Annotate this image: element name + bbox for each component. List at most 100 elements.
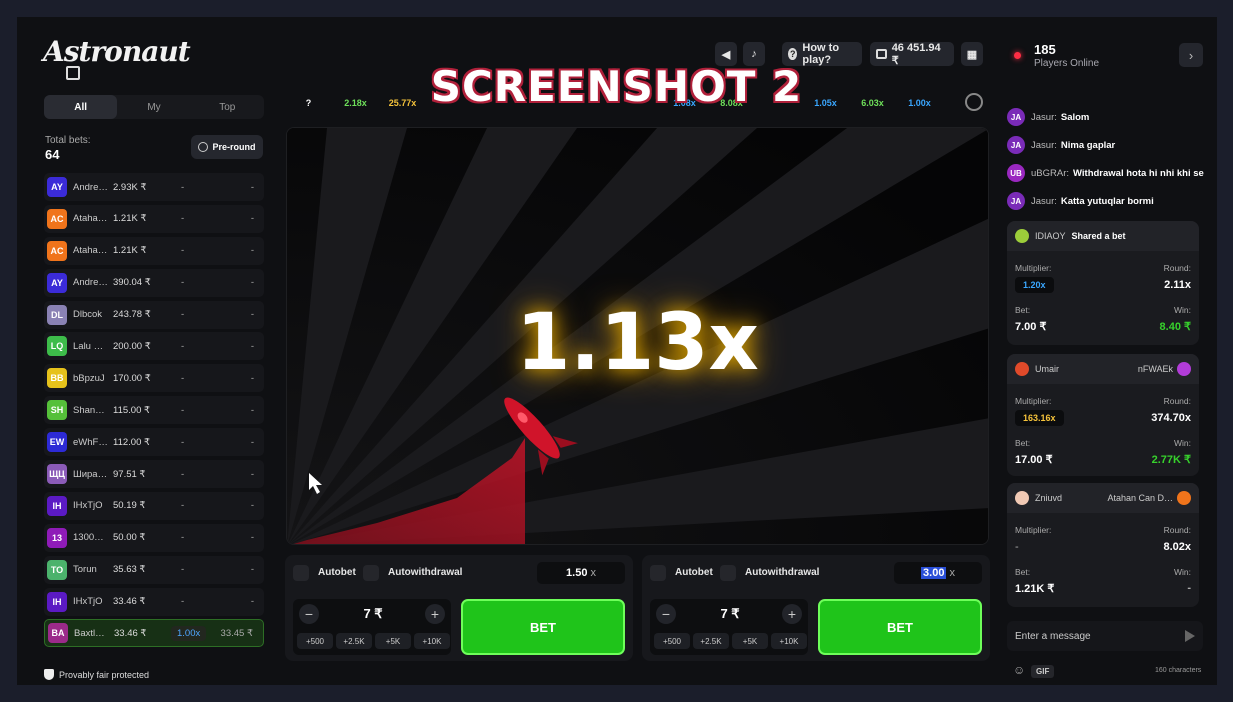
- bet-row: 13 1300… 50.00 ₹ - -: [44, 523, 264, 552]
- bet-row: AC Ataha… 1.21K ₹ - -: [44, 204, 264, 233]
- avatar: AC: [47, 208, 67, 229]
- bet-row: LQ Lalu … 200.00 ₹ - -: [44, 332, 264, 361]
- stake-minus-button-1[interactable]: −: [299, 604, 319, 624]
- quick-add-10k-1[interactable]: +10K: [414, 633, 450, 649]
- opponent-avatar: [1177, 362, 1191, 376]
- autowithdrawal-checkbox-2[interactable]: [720, 565, 736, 581]
- avatar: JA: [1007, 192, 1025, 210]
- bet-amount: 1.21K ₹: [113, 245, 147, 257]
- bet-user-name: Shan…: [73, 404, 105, 416]
- bet-amount: 2.93K ₹: [113, 181, 147, 193]
- bet-win: -: [250, 372, 254, 384]
- bet-multiplier: -: [181, 277, 185, 289]
- shared-bet-card: IDIAOY Shared a bet Multiplier: Round: 1.20x…: [1007, 221, 1199, 345]
- bet-multiplier: -: [181, 309, 185, 321]
- gif-button[interactable]: GIF: [1031, 665, 1055, 678]
- shared-bet-user: Zniuvd: [1035, 493, 1063, 503]
- quick-add-10k-2[interactable]: +10K: [771, 633, 807, 649]
- bet-amount: 35.63 ₹: [113, 564, 146, 576]
- menu-grid-icon: ▦: [966, 48, 978, 61]
- stake-value-2[interactable]: 7 ₹: [690, 606, 770, 622]
- shared-multiplier: -: [1015, 541, 1019, 553]
- clock-icon: [198, 142, 209, 152]
- shared-win: 8.40 ₹: [1159, 321, 1191, 333]
- bet-button-1[interactable]: BET: [461, 599, 625, 655]
- shared-round: 374.70x: [1151, 412, 1191, 424]
- char-limit: 160 characters: [1155, 667, 1202, 674]
- avatar: BB: [47, 368, 67, 389]
- quick-add-2-5k-1[interactable]: +2.5K: [336, 633, 372, 649]
- shared-bet: 1.21K ₹: [1015, 583, 1055, 595]
- quick-add-500-2[interactable]: +500: [654, 633, 690, 649]
- bet-panel-2: Autobet Autowithdrawal 3.00 x − 7 ₹ + +5…: [642, 555, 990, 661]
- current-multiplier: 1.13x: [516, 298, 759, 388]
- players-online-count: 185: [1034, 42, 1056, 57]
- chat-input[interactable]: Enter a message: [1007, 621, 1203, 651]
- total-bets-label: Total bets:: [45, 135, 91, 146]
- stake-control-2: − 7 ₹ + +500 +2.5K +5K +10K: [650, 599, 808, 655]
- bet-row: AY Andre… 2.93K ₹ - -: [44, 173, 264, 201]
- chat-user: Jasur:: [1031, 195, 1057, 207]
- send-icon[interactable]: [1185, 630, 1195, 642]
- quick-add-5k-2[interactable]: +5K: [732, 633, 768, 649]
- win-label: Win:: [1174, 567, 1191, 577]
- app-frame: Astronaut ◀ ♪ ? How to play? 46 451.94 ₹…: [17, 17, 1217, 685]
- chat-text: Withdrawal hota hi nhi khi se: [1073, 167, 1204, 179]
- stake-plus-button-2[interactable]: +: [782, 604, 802, 624]
- chat-input-placeholder: Enter a message: [1015, 630, 1091, 642]
- bet-amount: 50.19 ₹: [113, 500, 146, 512]
- chat-message: UB uBGRAr: Withdrawal hota hi nhi khi se: [1007, 164, 1204, 182]
- quick-add-500-1[interactable]: +500: [297, 633, 333, 649]
- pre-round-label: Pre-round: [212, 142, 256, 152]
- emoji-icon[interactable]: ☺: [1013, 663, 1025, 677]
- provably-fair[interactable]: Provably fair protected: [44, 669, 149, 680]
- bet-user-name: 1300…: [73, 532, 104, 544]
- bet-win: -: [250, 213, 254, 225]
- bet-multiplier: -: [181, 500, 185, 512]
- autowithdrawal-input-2[interactable]: 3.00 x: [894, 562, 982, 584]
- shared-round: 8.02x: [1163, 541, 1191, 553]
- chat-user: Jasur:: [1031, 111, 1057, 123]
- win-label: Win:: [1174, 305, 1191, 315]
- bet-amount: 170.00 ₹: [113, 372, 151, 384]
- autobet-label-2: Autobet: [675, 567, 713, 578]
- bet-multiplier: -: [181, 181, 185, 193]
- shared-bet-header: Zniuvd Atahan Can D…: [1007, 483, 1199, 513]
- bet-win: -: [250, 436, 254, 448]
- bet-user-name: Torun: [73, 564, 97, 576]
- bet-button-2[interactable]: BET: [818, 599, 982, 655]
- quick-add-5k-1[interactable]: +5K: [375, 633, 411, 649]
- avatar: AC: [47, 240, 67, 261]
- win-label: Win:: [1174, 438, 1191, 448]
- bet-user-name: eWhF…: [73, 436, 108, 448]
- bet-user-name: Dlbcok: [73, 309, 103, 321]
- shared-bet-header: Umair nFWAEk: [1007, 354, 1199, 384]
- avatar: JA: [1007, 136, 1025, 154]
- bet-user-name: Ataha…: [73, 213, 108, 225]
- bet-multiplier: -: [181, 372, 185, 384]
- stake-value-1[interactable]: 7 ₹: [333, 606, 413, 622]
- chat-message: JA Jasur: Nima gaplar: [1007, 136, 1115, 154]
- bet-row: SH Shan… 115.00 ₹ - -: [44, 396, 264, 425]
- autowithdrawal-input-1[interactable]: 1.50 x: [537, 562, 625, 584]
- multiplier-label: Multiplier:: [1015, 263, 1052, 273]
- bet-amount: 33.46 ₹: [114, 627, 147, 639]
- shield-icon: [44, 669, 54, 680]
- autowithdrawal-x-1: x: [590, 567, 596, 579]
- avatar: IH: [47, 591, 67, 612]
- avatar: ЩЦ: [47, 464, 67, 485]
- pre-round-button[interactable]: Pre-round: [191, 135, 263, 159]
- bet-label: Bet:: [1015, 305, 1031, 315]
- stake-minus-button-2[interactable]: −: [656, 604, 676, 624]
- chat-user: Jasur:: [1031, 139, 1057, 151]
- bet-amount: 112.00 ₹: [113, 436, 151, 448]
- quick-add-2-5k-2[interactable]: +2.5K: [693, 633, 729, 649]
- bet-user-name: bBpzuJ: [73, 372, 105, 384]
- autowithdrawal-checkbox-1[interactable]: [363, 565, 379, 581]
- avatar: SH: [47, 400, 67, 421]
- bet-win: -: [250, 245, 254, 257]
- shared-bet-header: IDIAOY Shared a bet: [1007, 221, 1199, 251]
- stake-plus-button-1[interactable]: +: [425, 604, 445, 624]
- autobet-checkbox-1[interactable]: [293, 565, 309, 581]
- autobet-checkbox-2[interactable]: [650, 565, 666, 581]
